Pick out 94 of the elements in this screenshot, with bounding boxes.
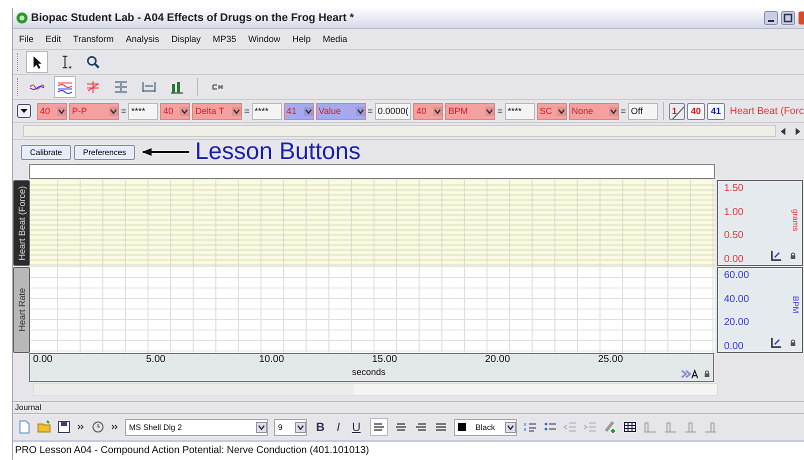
axis-tick-label: 0.00 — [33, 354, 54, 365]
menu-item[interactable]: Transform — [73, 34, 114, 44]
channel-button[interactable]: 40 — [686, 102, 705, 120]
menu-item[interactable]: MP35 — [212, 34, 236, 44]
caret-icon — [433, 106, 442, 116]
scale-label: 0.00 — [724, 340, 744, 352]
autoscale-icon[interactable] — [681, 369, 701, 379]
save-icon[interactable] — [57, 420, 71, 434]
left-arrow-icon[interactable] — [779, 126, 788, 136]
menu-item[interactable]: Display — [171, 34, 201, 44]
chevron-icon[interactable] — [77, 423, 85, 431]
channel-label-tab[interactable]: Heart Beat (Force) — [13, 180, 30, 266]
equals-sign: = — [121, 106, 126, 116]
caret-icon — [608, 106, 618, 116]
caret-icon — [485, 106, 494, 116]
caret-icon — [109, 106, 118, 116]
menu-item[interactable]: Window — [248, 34, 280, 44]
axis-tick-label: 15.00 — [372, 354, 398, 365]
scale-label: 60.00 — [724, 270, 750, 281]
align-icon[interactable] — [370, 418, 388, 436]
caret-icon — [180, 106, 190, 116]
caret-icon — [356, 106, 365, 116]
lesson-button[interactable]: Preferences — [74, 144, 136, 160]
scale-label: 1.00 — [724, 206, 744, 218]
new-file-icon[interactable] — [17, 420, 31, 434]
lesson-button[interactable]: Calibrate — [21, 144, 72, 160]
minimize-icon[interactable] — [764, 11, 778, 25]
window-title: Biopac Student Lab - A04 Effects of Drugs on the Frog Heart * — [31, 12, 354, 24]
scale-label: 0.00 — [724, 254, 744, 265]
folder-icon[interactable] — [37, 420, 51, 434]
journal-label: Journal — [15, 403, 42, 412]
axis-title: seconds — [352, 367, 386, 377]
lock-icon[interactable] — [790, 252, 796, 260]
close-icon[interactable] — [798, 11, 804, 25]
font-select[interactable]: MS Shell Dlg 2 — [125, 418, 268, 436]
lock-icon[interactable] — [704, 370, 710, 378]
journal-text: PRO Lesson A04 - Compound Action Potential: Nerve Conduction (401.101013) — [15, 445, 370, 456]
format-button[interactable]: I — [334, 420, 344, 434]
scale-icon[interactable] — [771, 337, 782, 348]
caret-icon — [304, 106, 313, 116]
color-select[interactable]: Black — [454, 418, 517, 436]
result-field: **** — [504, 102, 535, 120]
swatch-icon — [458, 423, 466, 431]
result-field: 0.0000( — [374, 102, 412, 120]
equals-sign: = — [497, 106, 503, 116]
channel-label-tab[interactable]: Heart Rate — [13, 267, 30, 353]
unit-label: BPM — [791, 296, 800, 314]
equals-sign: = — [368, 106, 373, 116]
axis-tick-label: 20.00 — [485, 354, 512, 365]
channel-button[interactable]: 41 — [706, 102, 725, 120]
caret-icon — [556, 106, 566, 116]
result-field: **** — [128, 102, 158, 120]
chevron-icon[interactable] — [111, 423, 119, 431]
axis-tick-label: 5.00 — [146, 354, 166, 365]
arrow-icon — [142, 147, 190, 157]
channel-button[interactable]: 1 — [668, 102, 685, 120]
numbered-list-icon[interactable] — [522, 420, 537, 434]
caret-icon — [295, 422, 306, 432]
scale-label: 1.50 — [724, 183, 744, 194]
caret-icon — [504, 422, 516, 432]
menu-item[interactable]: Edit — [46, 34, 62, 44]
annotation-label: Lesson Buttons — [195, 140, 361, 164]
menu-item[interactable]: File — [19, 34, 34, 44]
menu-item[interactable]: Analysis — [126, 34, 160, 44]
right-arrow-icon[interactable] — [793, 126, 802, 136]
maximize-icon[interactable] — [781, 11, 795, 25]
equals-sign: = — [620, 106, 626, 116]
menu-item[interactable]: Media — [322, 34, 348, 44]
clock-icon[interactable] — [91, 420, 105, 434]
menu-item[interactable]: Help — [292, 34, 311, 44]
format-button[interactable]: U — [349, 420, 364, 434]
dropdown-button[interactable] — [17, 104, 31, 118]
scale-label: 20.00 — [724, 317, 750, 328]
size-select[interactable]: 9 — [274, 418, 307, 436]
equals-sign: = — [244, 106, 250, 116]
scale-icon[interactable] — [771, 250, 782, 261]
horizontal-scrollbar[interactable] — [33, 383, 718, 396]
axis-tick-label: 10.00 — [259, 354, 286, 365]
channel-title: Heart Beat (Forc — [730, 106, 804, 116]
scale-label: 0.50 — [724, 230, 744, 242]
unit-label: grams — [791, 209, 800, 232]
app-icon — [16, 12, 28, 24]
result-field: **** — [252, 102, 282, 120]
axis-tick-label: 25.00 — [598, 354, 624, 365]
scale-label: 40.00 — [724, 294, 750, 305]
result-field: Off — [628, 102, 658, 120]
lock-icon[interactable] — [790, 339, 796, 347]
caret-icon — [57, 106, 66, 116]
table-icon[interactable] — [622, 420, 637, 434]
stacked-waves-icon[interactable] — [54, 76, 76, 98]
caret-icon — [256, 422, 267, 432]
caret-icon — [232, 106, 242, 116]
format-button[interactable]: B — [313, 420, 328, 434]
pointer-icon[interactable] — [26, 51, 48, 73]
